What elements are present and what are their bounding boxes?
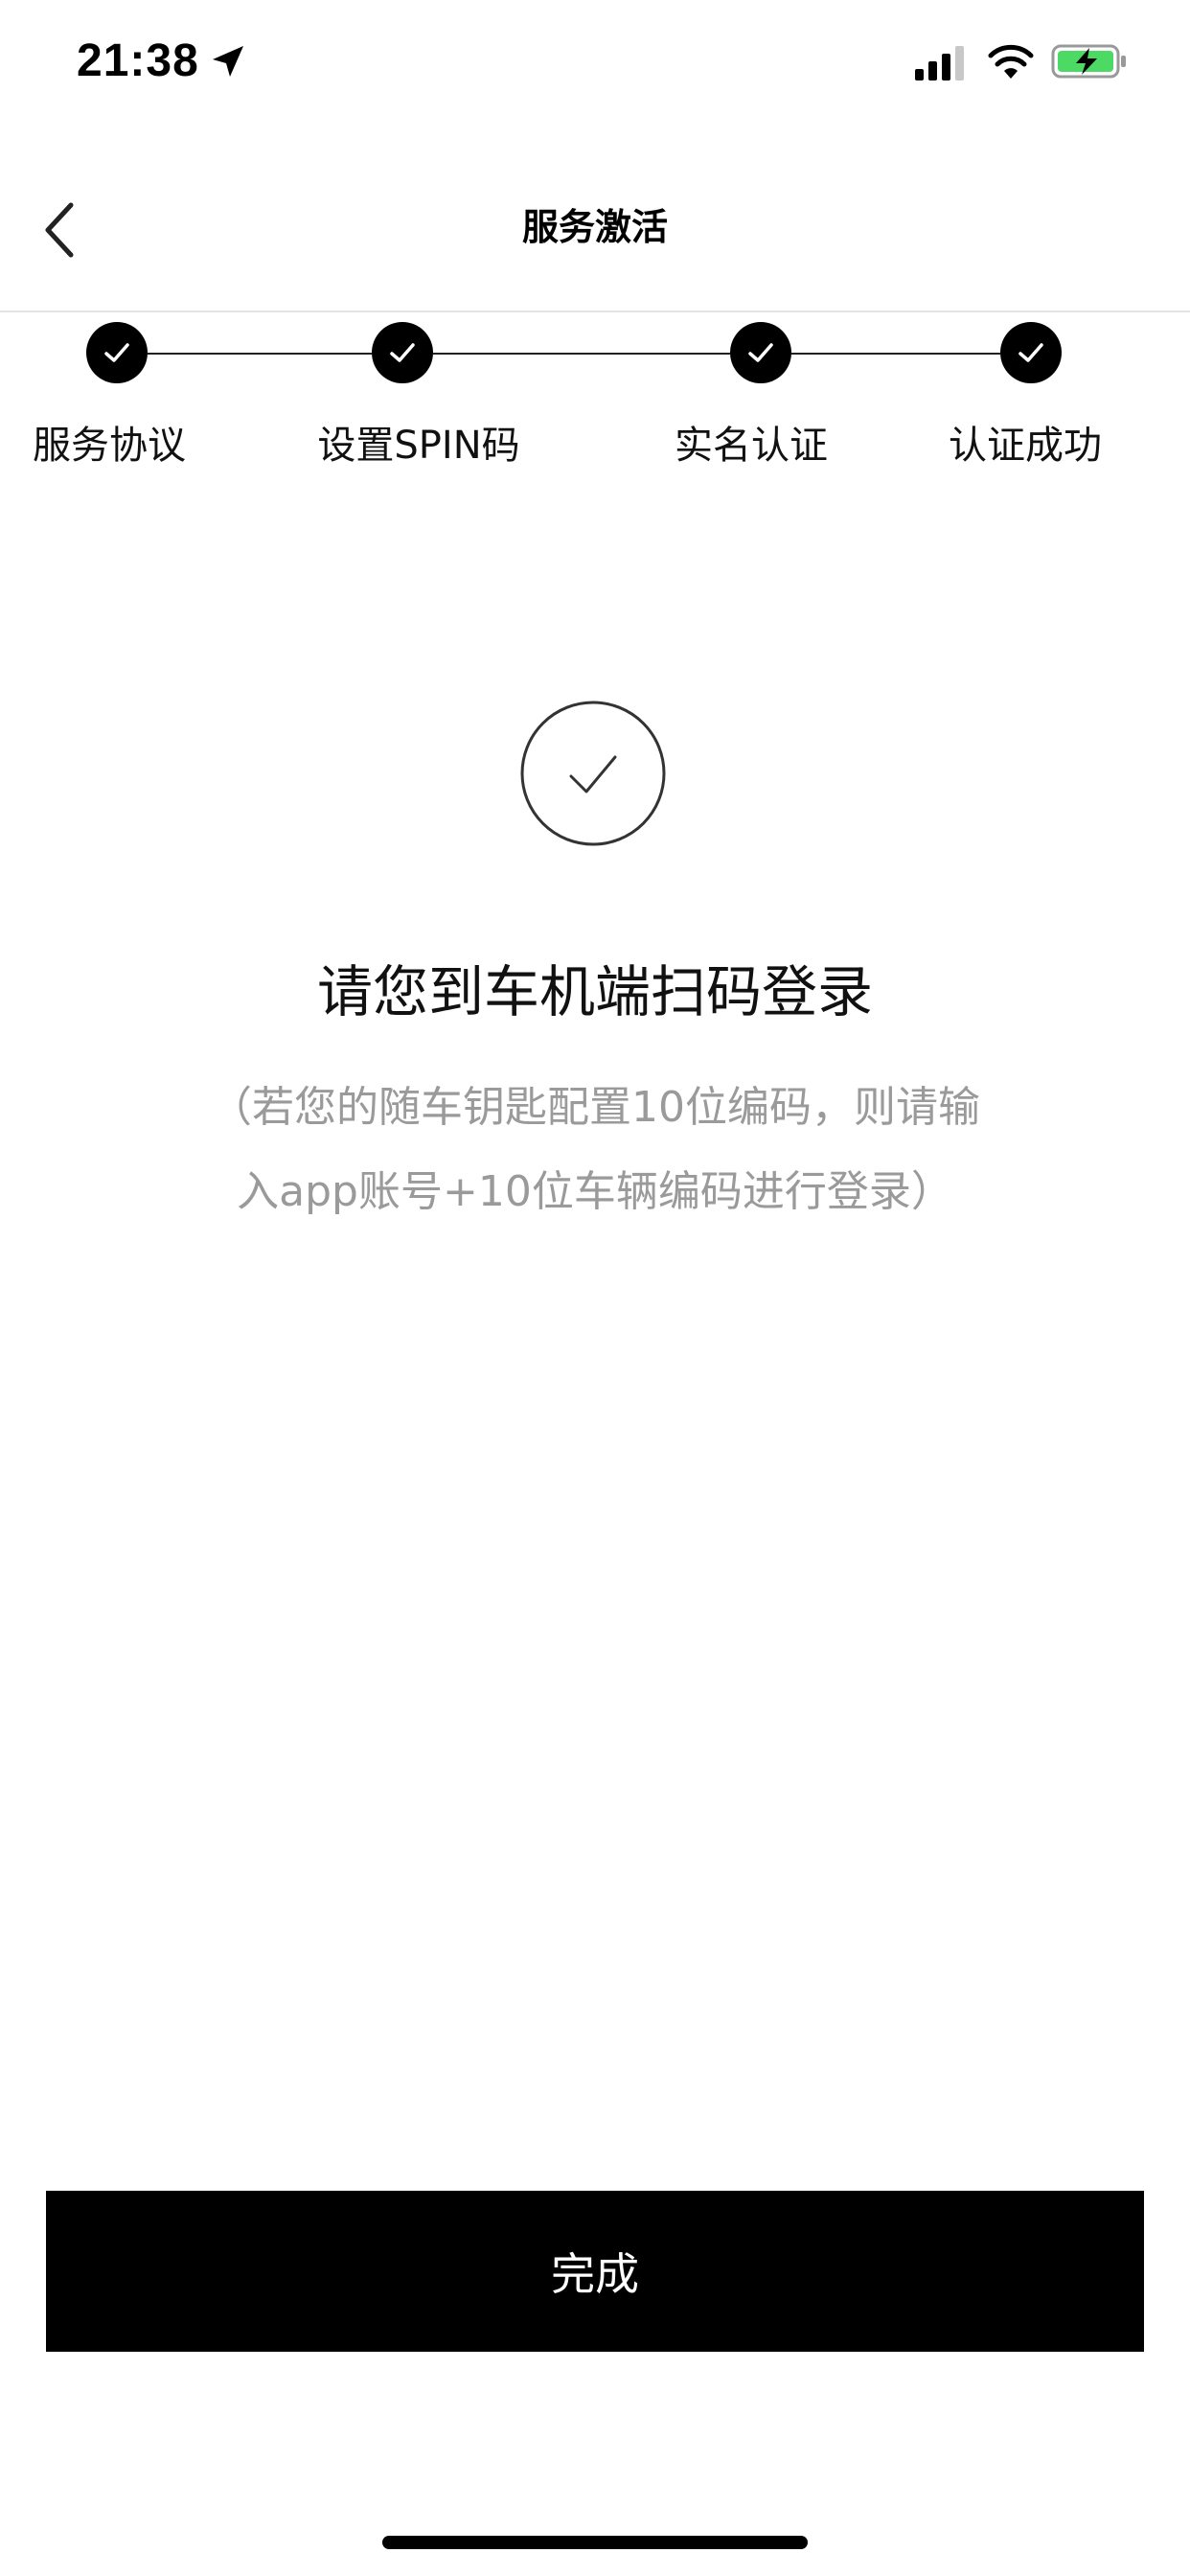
nav-bar: 服务激活 <box>0 153 1190 312</box>
location-arrow-icon <box>213 46 243 77</box>
done-button[interactable]: 完成 <box>46 2191 1144 2352</box>
wifi-icon <box>988 44 1034 79</box>
cellular-signal-icon <box>915 46 964 80</box>
step-3-check-icon <box>730 322 791 383</box>
status-time: 21:38 <box>77 35 199 86</box>
step-label-2: 设置SPIN码 <box>317 424 520 468</box>
main-title: 请您到车机端扫码登录 <box>316 959 873 1024</box>
progress-stepper: 服务协议 设置SPIN码 实名认证 认证成功 <box>0 322 1190 475</box>
step-label-4: 认证成功 <box>949 424 1102 468</box>
status-bar: 21:38 <box>0 0 1190 134</box>
home-indicator <box>382 2536 808 2549</box>
step-connector <box>148 353 372 355</box>
instruction-line-1: （若您的随车钥匙配置10位编码，则请输 <box>210 1083 980 1132</box>
step-connector <box>433 353 730 355</box>
step-1-check-icon <box>86 322 148 383</box>
battery-charging-icon <box>1051 44 1126 79</box>
page-title: 服务激活 <box>521 206 668 248</box>
check-circle-icon <box>520 701 666 846</box>
instruction-line-2: 入app账号+10位车辆编码进行登录） <box>237 1167 953 1216</box>
step-connector <box>791 353 1000 355</box>
step-4-check-icon <box>1000 322 1062 383</box>
step-label-3: 实名认证 <box>675 424 828 468</box>
step-2-check-icon <box>372 322 433 383</box>
step-label-1: 服务协议 <box>33 424 186 468</box>
instruction-text: （若您的随车钥匙配置10位编码，则请输 入app账号+10位车辆编码进行登录） <box>164 1066 1026 1234</box>
